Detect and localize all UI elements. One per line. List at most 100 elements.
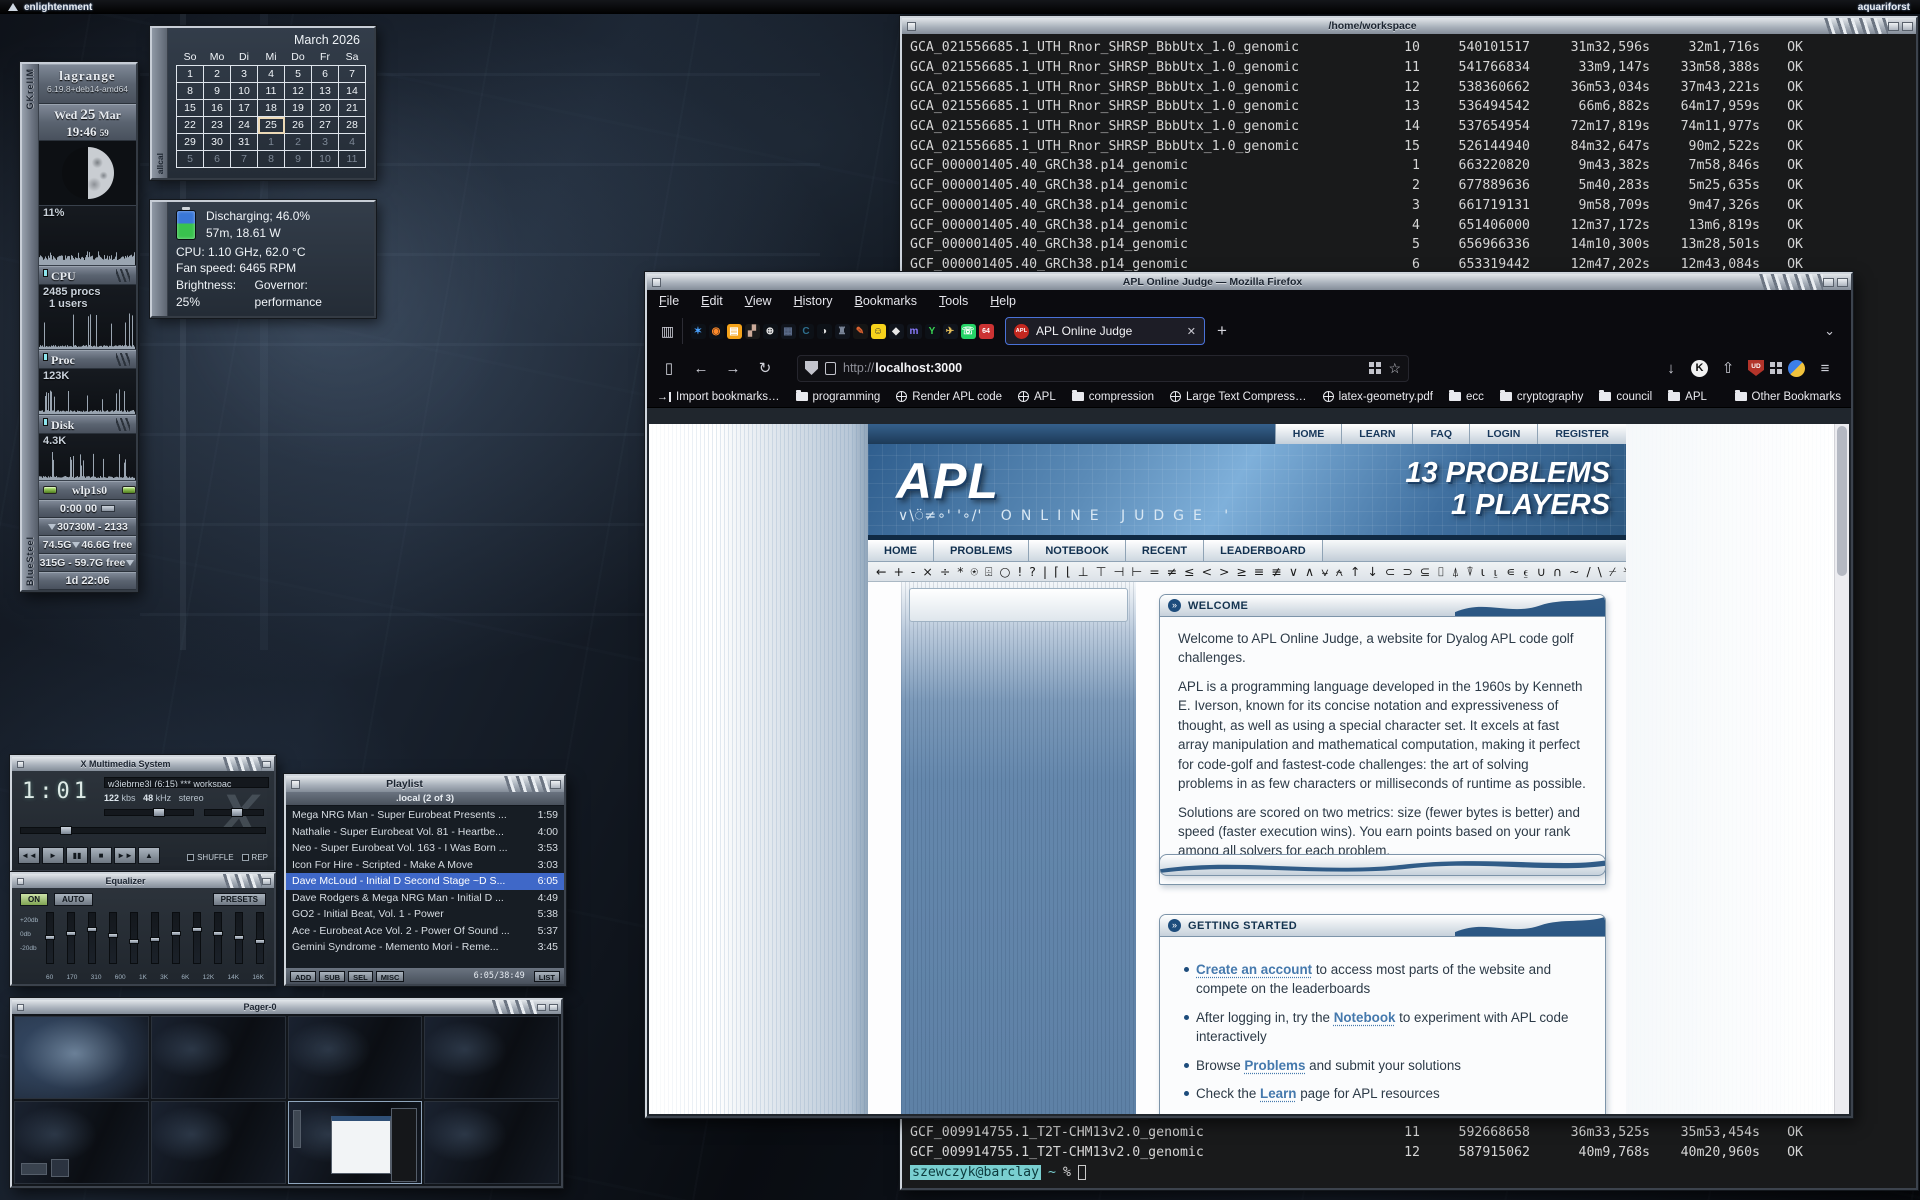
stop-button[interactable]: ■ (90, 847, 112, 864)
calendar-day[interactable]: 15 (177, 100, 204, 117)
calendar-day[interactable]: 10 (231, 83, 258, 100)
calendar-day[interactable]: 9 (285, 151, 312, 168)
apl-glyph-toolbar[interactable]: ← + - × ÷ * ⍟ ⌹ ○ ! ? | ⌈ ⌊ ⊥ ⊤ ⊣ ⊢ = ≠ … (868, 562, 1626, 582)
maximize-button[interactable] (1902, 22, 1913, 31)
calendar-day[interactable]: 12 (285, 83, 312, 100)
menu-bookmarks[interactable]: Bookmarks (855, 294, 918, 308)
eq-band-slider[interactable] (172, 912, 180, 964)
window-menu-button[interactable] (907, 22, 916, 31)
virtual-desktop-2[interactable] (151, 1016, 286, 1099)
playback-time[interactable]: 1:01 (22, 779, 91, 804)
pager-titlebar[interactable]: Pager-0 (12, 1000, 561, 1014)
calendar-day-selected[interactable]: 25 (258, 117, 285, 134)
calendar-side-frame[interactable]: allcal (152, 28, 168, 178)
playlist-item[interactable]: Nathalie - Super Eurobeat Vol. 81 - Hear… (286, 824, 564, 841)
top-link-faq[interactable]: FAQ (1412, 424, 1469, 444)
nav-tab-problems[interactable]: PROBLEMS (934, 540, 1029, 561)
calendar-day[interactable]: 1 (177, 66, 204, 83)
bookmark-star-icon[interactable]: ☆ (1388, 360, 1401, 377)
virtual-desktop-7[interactable] (288, 1101, 423, 1184)
calendar-day[interactable]: 13 (312, 83, 339, 100)
nav-tab-recent[interactable]: RECENT (1126, 540, 1204, 561)
nav-tab-notebook[interactable]: NOTEBOOK (1029, 540, 1126, 561)
calendar-day[interactable]: 27 (312, 117, 339, 134)
iconify-button[interactable] (1823, 278, 1834, 287)
playlist-item[interactable]: Mega NRG Man - Super Eurobeat Presents .… (286, 807, 564, 824)
enlightenment-icon[interactable] (8, 3, 18, 11)
reload-icon[interactable]: ↻ (751, 354, 779, 382)
preamp-slider[interactable] (46, 912, 54, 964)
nav-tab-leaderboard[interactable]: LEADERBOARD (1204, 540, 1323, 561)
extensions-icon[interactable] (1770, 362, 1782, 374)
eject-button[interactable]: ▲ (138, 847, 160, 864)
calendar-day[interactable]: 30 (204, 134, 231, 151)
virtual-desktop-3[interactable] (288, 1016, 423, 1099)
downloads-icon[interactable]: ↓ (1657, 354, 1685, 382)
back-icon[interactable]: ← (687, 354, 715, 382)
menu-tools[interactable]: Tools (939, 294, 968, 308)
play-button[interactable]: ► (42, 847, 64, 864)
top-link-home[interactable]: HOME (1275, 424, 1342, 444)
bookmark-item[interactable]: council (1599, 391, 1652, 403)
page-scrollbar[interactable] (1834, 424, 1849, 1114)
pinned-tab-mastodon[interactable]: m (907, 324, 922, 339)
link-problems[interactable]: Problems (1244, 1058, 1305, 1073)
playlist-item[interactable]: GO2 - Initial Beat, Vol. 1 - Power5:38 (286, 906, 564, 923)
menu-edit[interactable]: Edit (701, 294, 723, 308)
pinned-tab-half-moon[interactable]: ◑ (817, 324, 832, 339)
playlist-item[interactable]: Gemini Syndrome - Memento Mori - Reme...… (286, 939, 564, 956)
calendar-day[interactable]: 31 (231, 134, 258, 151)
calendar-day[interactable]: 4 (258, 66, 285, 83)
calendar-day[interactable]: 10 (312, 151, 339, 168)
iconify-button[interactable] (262, 878, 271, 885)
calendar-day[interactable]: 11 (258, 83, 285, 100)
link-notebook[interactable]: Notebook (1334, 1010, 1396, 1025)
iconify-button[interactable] (262, 761, 271, 768)
eq-band-slider[interactable] (214, 912, 222, 964)
firefox-titlebar[interactable]: APL Online Judge — Mozilla Firefox (647, 274, 1851, 290)
menu-history[interactable]: History (794, 294, 833, 308)
pinned-tab-64[interactable]: 64 (979, 324, 994, 339)
calendar-day[interactable]: 5 (285, 66, 312, 83)
virtual-desktop-6[interactable] (151, 1101, 286, 1184)
pinned-tab-photo[interactable]: ▞ (745, 324, 760, 339)
calendar-day[interactable]: 17 (231, 100, 258, 117)
pinned-tab-dark-app[interactable]: ▦ (781, 324, 796, 339)
pinned-tab-y[interactable]: Y (925, 324, 940, 339)
profile-avatar-icon[interactable] (1788, 360, 1805, 377)
calendar-day[interactable]: 24 (231, 117, 258, 134)
bookmark-item[interactable]: programming (796, 391, 881, 403)
calendar-day[interactable]: 2 (204, 66, 231, 83)
pinned-tab-firefox[interactable]: ◉ (709, 324, 724, 339)
playlist-list-button[interactable]: LIST (534, 971, 560, 982)
calendar-day[interactable]: 7 (339, 66, 366, 83)
shell-prompt[interactable]: szewczyk@barclay ~ % (902, 1162, 1916, 1182)
calendar-day[interactable]: 8 (177, 83, 204, 100)
cpu-label-bar[interactable]: CPU (39, 266, 136, 285)
link-create-an-account[interactable]: Create an account (1196, 962, 1312, 977)
prev-button[interactable]: ◄◄ (18, 847, 40, 864)
page-info-icon[interactable] (825, 362, 836, 375)
eq-auto-button[interactable]: AUTO (54, 893, 93, 906)
menu-view[interactable]: View (745, 294, 772, 308)
keepassxc-icon[interactable]: K (1691, 360, 1708, 377)
playlist-misc-button[interactable]: MISC (376, 971, 405, 982)
bookmark-item[interactable]: compression (1072, 391, 1154, 403)
top-link-register[interactable]: REGISTER (1537, 424, 1626, 444)
new-tab-button[interactable]: + (1217, 321, 1227, 341)
calendar-day[interactable]: 4 (339, 134, 366, 151)
playlist-sel-button[interactable]: SEL (348, 971, 373, 982)
calendar-day[interactable]: 3 (312, 134, 339, 151)
volume-slider[interactable] (104, 809, 194, 816)
share-icon[interactable]: ⇧ (1714, 354, 1742, 382)
eq-on-button[interactable]: ON (20, 893, 48, 906)
timer-panel[interactable]: 0:00 00 (39, 500, 136, 518)
pinned-tab-orange-folder[interactable]: ▤ (727, 324, 742, 339)
container-tabs-icon[interactable] (1369, 362, 1381, 374)
pinned-tab-pen[interactable]: ✎ (853, 324, 868, 339)
maximize-button[interactable] (1837, 278, 1848, 287)
balance-slider[interactable] (204, 809, 264, 816)
tracking-protection-shield-icon[interactable] (805, 361, 818, 375)
close-button[interactable] (549, 1004, 558, 1011)
playlist-titlebar[interactable]: Playlist (286, 776, 564, 792)
